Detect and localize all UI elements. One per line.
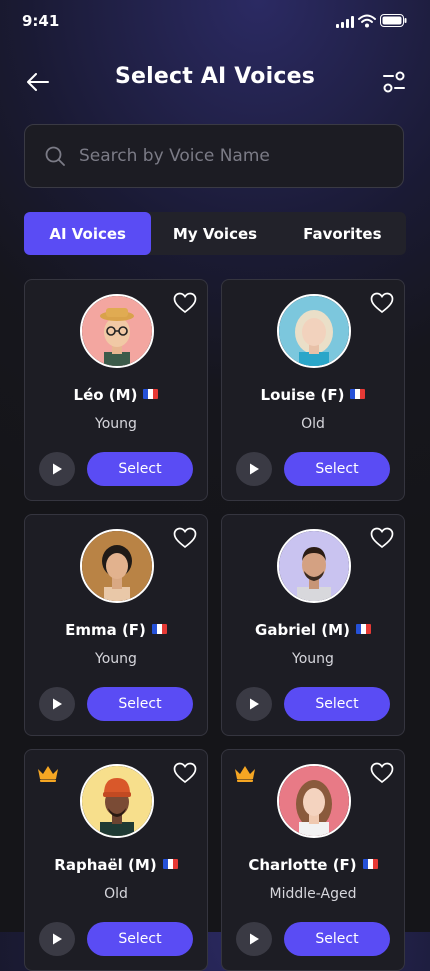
voice-name: Emma (F) — [25, 621, 207, 639]
voice-age: Young — [95, 651, 137, 667]
search-box — [24, 124, 404, 188]
voice-age: Young — [95, 416, 137, 432]
tab-my-voices[interactable]: My Voices — [151, 212, 278, 255]
voice-card-emma: Emma (F) Young Select — [24, 514, 208, 736]
avatar — [80, 294, 154, 368]
select-button[interactable]: Select — [87, 452, 193, 486]
play-button[interactable] — [236, 687, 272, 721]
play-button[interactable] — [39, 687, 75, 721]
avatar — [80, 529, 154, 603]
tab-ai-voices[interactable]: AI Voices — [24, 212, 152, 255]
voice-name: Charlotte (F) — [222, 856, 404, 874]
play-button[interactable] — [39, 452, 75, 486]
crown-icon — [235, 766, 255, 782]
wifi-icon — [358, 14, 376, 28]
voice-age: Young — [292, 651, 334, 667]
heart-icon[interactable] — [370, 292, 394, 314]
select-button[interactable]: Select — [284, 452, 390, 486]
play-button[interactable] — [236, 922, 272, 956]
voice-card-charlotte: Charlotte (F) Middle-Aged Select — [221, 749, 405, 971]
voice-avatar-illustration — [279, 296, 349, 366]
avatar — [277, 529, 351, 603]
play-button[interactable] — [236, 452, 272, 486]
france-flag-icon — [143, 389, 159, 399]
voice-card-louise: Louise (F) Old Select — [221, 279, 405, 501]
avatar — [277, 764, 351, 838]
crown-icon — [38, 766, 58, 782]
voice-name: Louise (F) — [222, 386, 404, 404]
search-icon — [45, 146, 65, 166]
play-icon — [250, 698, 259, 710]
voice-card-leo: Léo (M) Young Select — [24, 279, 208, 501]
filter-button[interactable] — [376, 64, 412, 100]
cellular-signal-icon — [336, 16, 354, 28]
select-button[interactable]: Select — [284, 687, 390, 721]
france-flag-icon — [151, 624, 167, 634]
voice-tabs: AI Voices My Voices Favorites — [24, 212, 406, 255]
voice-card-raphael: Raphaël (M) Old Select — [24, 749, 208, 971]
status-bar: 9:41 — [0, 0, 430, 44]
voice-name: Gabriel (M) — [222, 621, 404, 639]
play-icon — [250, 463, 259, 475]
play-icon — [53, 698, 62, 710]
battery-icon — [380, 14, 407, 27]
voice-avatar-illustration — [82, 296, 152, 366]
play-icon — [53, 463, 62, 475]
voice-avatar-illustration — [279, 531, 349, 601]
voice-avatar-illustration — [82, 766, 152, 836]
france-flag-icon — [162, 859, 178, 869]
voice-age: Old — [104, 886, 128, 902]
voice-age: Middle-Aged — [269, 886, 357, 902]
voice-name: Léo (M) — [25, 386, 207, 404]
filter-icon — [383, 71, 405, 93]
select-button[interactable]: Select — [87, 687, 193, 721]
voice-name: Raphaël (M) — [25, 856, 207, 874]
voice-avatar-illustration — [279, 766, 349, 836]
voice-age: Old — [301, 416, 325, 432]
tab-favorites[interactable]: Favorites — [279, 212, 406, 255]
heart-icon[interactable] — [173, 762, 197, 784]
voice-card-gabriel: Gabriel (M) Young Select — [221, 514, 405, 736]
voice-avatar-illustration — [82, 531, 152, 601]
france-flag-icon — [362, 859, 378, 869]
page-title: Select AI Voices — [114, 64, 316, 89]
play-icon — [53, 933, 62, 945]
search-input[interactable] — [77, 145, 371, 167]
heart-icon[interactable] — [370, 527, 394, 549]
heart-icon[interactable] — [173, 527, 197, 549]
play-button[interactable] — [39, 922, 75, 956]
status-time: 9:41 — [22, 12, 60, 30]
select-button[interactable]: Select — [284, 922, 390, 956]
heart-icon[interactable] — [370, 762, 394, 784]
select-button[interactable]: Select — [87, 922, 193, 956]
france-flag-icon — [355, 624, 371, 634]
france-flag-icon — [350, 389, 366, 399]
heart-icon[interactable] — [173, 292, 197, 314]
avatar — [80, 764, 154, 838]
avatar — [277, 294, 351, 368]
play-icon — [250, 933, 259, 945]
